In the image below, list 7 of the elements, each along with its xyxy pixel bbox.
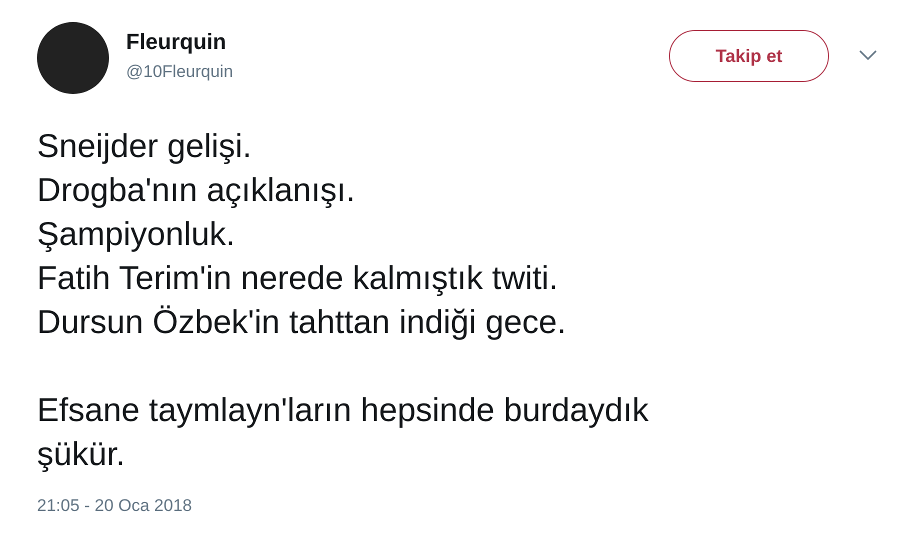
chevron-down-icon[interactable] xyxy=(859,50,877,60)
author-handle[interactable]: @10Fleurquin xyxy=(126,62,234,82)
tweet-timestamp[interactable]: 21:05 - 20 Oca 2018 xyxy=(37,496,192,516)
author-name[interactable]: Fleurquin xyxy=(126,29,226,55)
follow-button[interactable]: Takip et xyxy=(669,30,829,82)
tweet-text: Efsane taymlayn'ların hepsinde burdaydık şükür. xyxy=(37,390,649,474)
tweet-text: Sneijder gelişi. Drogba'nın açıklanışı. Şampiyonluk. Fatih Terim'in nerede kalmıştık twiti. Dursun Özbek'in tahttan indiği gece. xyxy=(37,126,566,342)
